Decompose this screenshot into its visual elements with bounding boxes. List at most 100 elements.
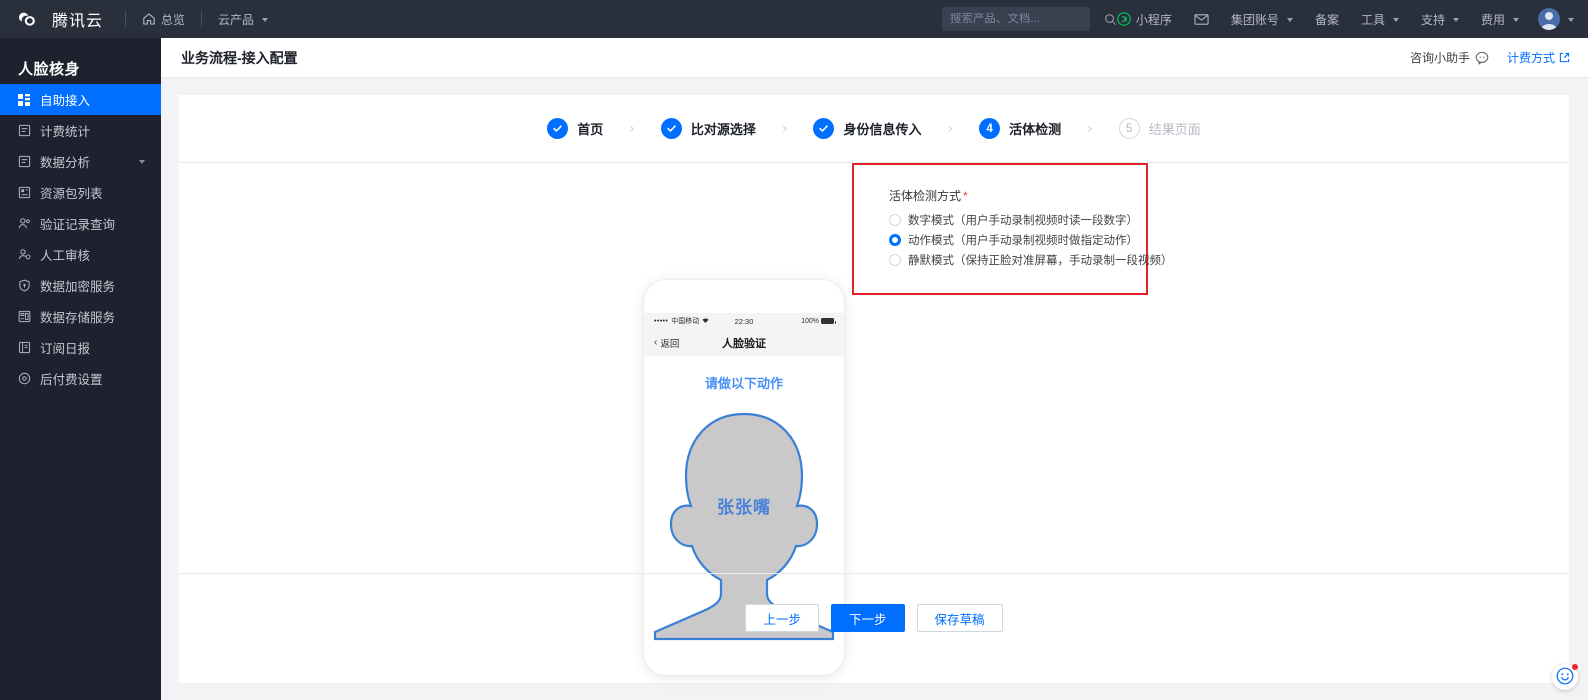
- nav-tools[interactable]: 工具: [1359, 0, 1401, 38]
- sidebar-item-label: 数据加密服务: [40, 280, 116, 294]
- mini-program-icon: [1117, 12, 1131, 26]
- sidebar-item-label: 自助接入: [40, 94, 91, 108]
- notification-dot: [1572, 664, 1578, 670]
- nav-mini-program[interactable]: 小程序: [1115, 0, 1174, 38]
- step-badge-done: [660, 118, 682, 139]
- search-input[interactable]: [949, 13, 1104, 25]
- step-identity-info[interactable]: 身份信息传入: [813, 118, 922, 139]
- avatar[interactable]: [1538, 8, 1560, 30]
- battery-icon: [821, 318, 836, 324]
- step-result-page[interactable]: 5 结果页面: [1118, 118, 1201, 139]
- nav-support[interactable]: 支持: [1419, 0, 1461, 38]
- nav-beian[interactable]: 备案: [1313, 0, 1341, 38]
- step-separator: ›: [781, 120, 788, 137]
- liveness-mode-radio-group: 数字模式（用户手动录制视频时读一段数字） 动作模式（用户手动录制视频时做指定动作…: [889, 210, 1173, 270]
- document-icon: [17, 124, 31, 138]
- nav-group-account[interactable]: 集团账号: [1229, 0, 1295, 38]
- step-label: 结果页面: [1148, 122, 1201, 137]
- chevron-down-icon[interactable]: [1568, 18, 1574, 22]
- step-separator: ›: [1087, 120, 1093, 137]
- chevron-down-icon: [262, 18, 269, 22]
- sidebar-item-data-encryption[interactable]: 数据加密服务: [0, 270, 161, 301]
- sidebar: 人脸核身 自助接入 计费统计 数据分析 资源包列表 验证记录查询 人工审核 数据…: [0, 38, 161, 700]
- phone-nav-title: 人脸验证: [722, 337, 766, 350]
- radio-option-silent-mode[interactable]: 静默模式（保持正脸对准屏幕，手动录制一段视频）: [889, 250, 1173, 270]
- assistant-button[interactable]: 咨询小助手: [1410, 49, 1489, 66]
- radio-option-label: 动作模式（用户手动录制视频时做指定动作）: [908, 235, 1138, 247]
- nav-tools-label: 工具: [1360, 12, 1385, 27]
- settings-circle-icon: [17, 372, 31, 386]
- nav-products[interactable]: 云产品: [216, 0, 270, 38]
- sidebar-item-verify-records[interactable]: 验证记录查询: [0, 208, 161, 239]
- page-header-actions: 咨询小助手 计费方式: [1410, 49, 1570, 66]
- phone-nav-bar: ‹ 返回 人脸验证: [644, 329, 844, 356]
- sidebar-item-data-analysis[interactable]: 数据分析: [0, 146, 161, 177]
- config-card: 首页 › 比对源选择 › 身份信息传入 › 4 活体检测 › 5 结果页面 ••…: [179, 95, 1569, 683]
- nav-messages[interactable]: [1192, 0, 1211, 38]
- sidebar-item-self-service[interactable]: 自助接入: [0, 84, 161, 115]
- check-icon: [819, 125, 829, 132]
- book-icon: [17, 341, 31, 355]
- action-instruction-text: 张张嘴: [717, 498, 771, 517]
- sidebar-item-label: 验证记录查询: [40, 218, 116, 232]
- save-draft-button[interactable]: 保存草稿: [916, 604, 1003, 632]
- chevron-down-icon[interactable]: [139, 159, 145, 164]
- radio-circle-icon[interactable]: [889, 254, 901, 266]
- sidebar-item-label: 后付费设置: [40, 373, 103, 387]
- shield-icon: [17, 279, 31, 293]
- step-label: 身份信息传入: [843, 122, 922, 137]
- home-icon: [142, 12, 156, 26]
- step-badge-todo: 5: [1118, 118, 1140, 139]
- step-badge-current: 4: [979, 118, 1001, 139]
- sidebar-item-label: 资源包列表: [40, 187, 103, 201]
- top-navigation-bar: 腾讯云 总览 云产品 小程序: [0, 0, 1588, 38]
- brand-logo-group[interactable]: 腾讯云: [0, 7, 103, 31]
- check-icon: [553, 125, 562, 132]
- mail-icon: [1194, 13, 1209, 26]
- radio-option-label: 数字模式（用户手动录制视频时读一段数字）: [908, 215, 1138, 227]
- divider: [125, 11, 127, 27]
- sidebar-item-manual-review[interactable]: 人工审核: [0, 239, 161, 270]
- chevron-down-icon: [1452, 18, 1459, 22]
- step-label: 活体检测: [1009, 122, 1062, 137]
- nav-billing-label: 费用: [1480, 12, 1505, 27]
- step-badge-done: [547, 118, 569, 139]
- search-box[interactable]: [941, 7, 1116, 31]
- sidebar-item-postpaid-settings[interactable]: 后付费设置: [0, 363, 161, 394]
- radio-circle-selected-icon[interactable]: [889, 234, 901, 246]
- liveness-mode-panel: 活体检测方式 * 数字模式（用户手动录制视频时读一段数字） 动作模式（用户手动录制…: [852, 163, 1173, 295]
- dashboard-icon: [17, 93, 31, 107]
- sidebar-item-label: 数据存储服务: [40, 311, 116, 325]
- radio-option-label: 静默模式（保持正脸对准屏幕，手动录制一段视频）: [908, 255, 1173, 267]
- chevron-down-icon: [1286, 18, 1293, 22]
- nav-billing[interactable]: 费用: [1479, 0, 1521, 38]
- sidebar-item-daily-report[interactable]: 订阅日报: [0, 332, 161, 363]
- step-home[interactable]: 首页: [547, 118, 603, 139]
- nav-home[interactable]: 总览: [140, 0, 187, 38]
- sidebar-item-data-storage[interactable]: 数据存储服务: [0, 301, 161, 332]
- step-compare-source[interactable]: 比对源选择: [660, 118, 756, 139]
- billing-method-link[interactable]: 计费方式: [1507, 49, 1570, 66]
- page-title: 业务流程-接入配置: [181, 49, 298, 66]
- radio-option-action-mode[interactable]: 动作模式（用户手动录制视频时做指定动作）: [889, 230, 1173, 250]
- sidebar-item-resource-packages[interactable]: 资源包列表: [0, 177, 161, 208]
- sidebar-item-billing-stats[interactable]: 计费统计: [0, 115, 161, 146]
- brand-name: 腾讯云: [52, 13, 104, 30]
- feedback-button[interactable]: [1552, 664, 1578, 690]
- top-nav-right-group: 小程序 集团账号 备案 工具 支持 费用: [941, 0, 1588, 38]
- radio-circle-icon[interactable]: [889, 214, 901, 226]
- radio-option-number-mode[interactable]: 数字模式（用户手动录制视频时读一段数字）: [889, 210, 1173, 230]
- search-icon[interactable]: [1104, 13, 1117, 26]
- database-icon: [17, 310, 31, 324]
- sidebar-title: 人脸核身: [18, 61, 81, 78]
- next-step-button[interactable]: 下一步: [830, 604, 905, 632]
- phone-status-bar: ••••• 中国移动 22:30 100%: [644, 313, 844, 329]
- check-icon: [667, 125, 676, 132]
- sidebar-item-label: 人工审核: [40, 249, 91, 263]
- previous-step-button[interactable]: 上一步: [745, 604, 819, 632]
- nav-products-label: 云产品: [218, 12, 255, 27]
- nav-group-account-label: 集团账号: [1230, 12, 1279, 27]
- step-liveness-detection[interactable]: 4 活体检测: [979, 118, 1061, 139]
- phone-instruction: 请做以下动作: [704, 376, 783, 391]
- liveness-mode-label: 活体检测方式 *: [889, 187, 968, 204]
